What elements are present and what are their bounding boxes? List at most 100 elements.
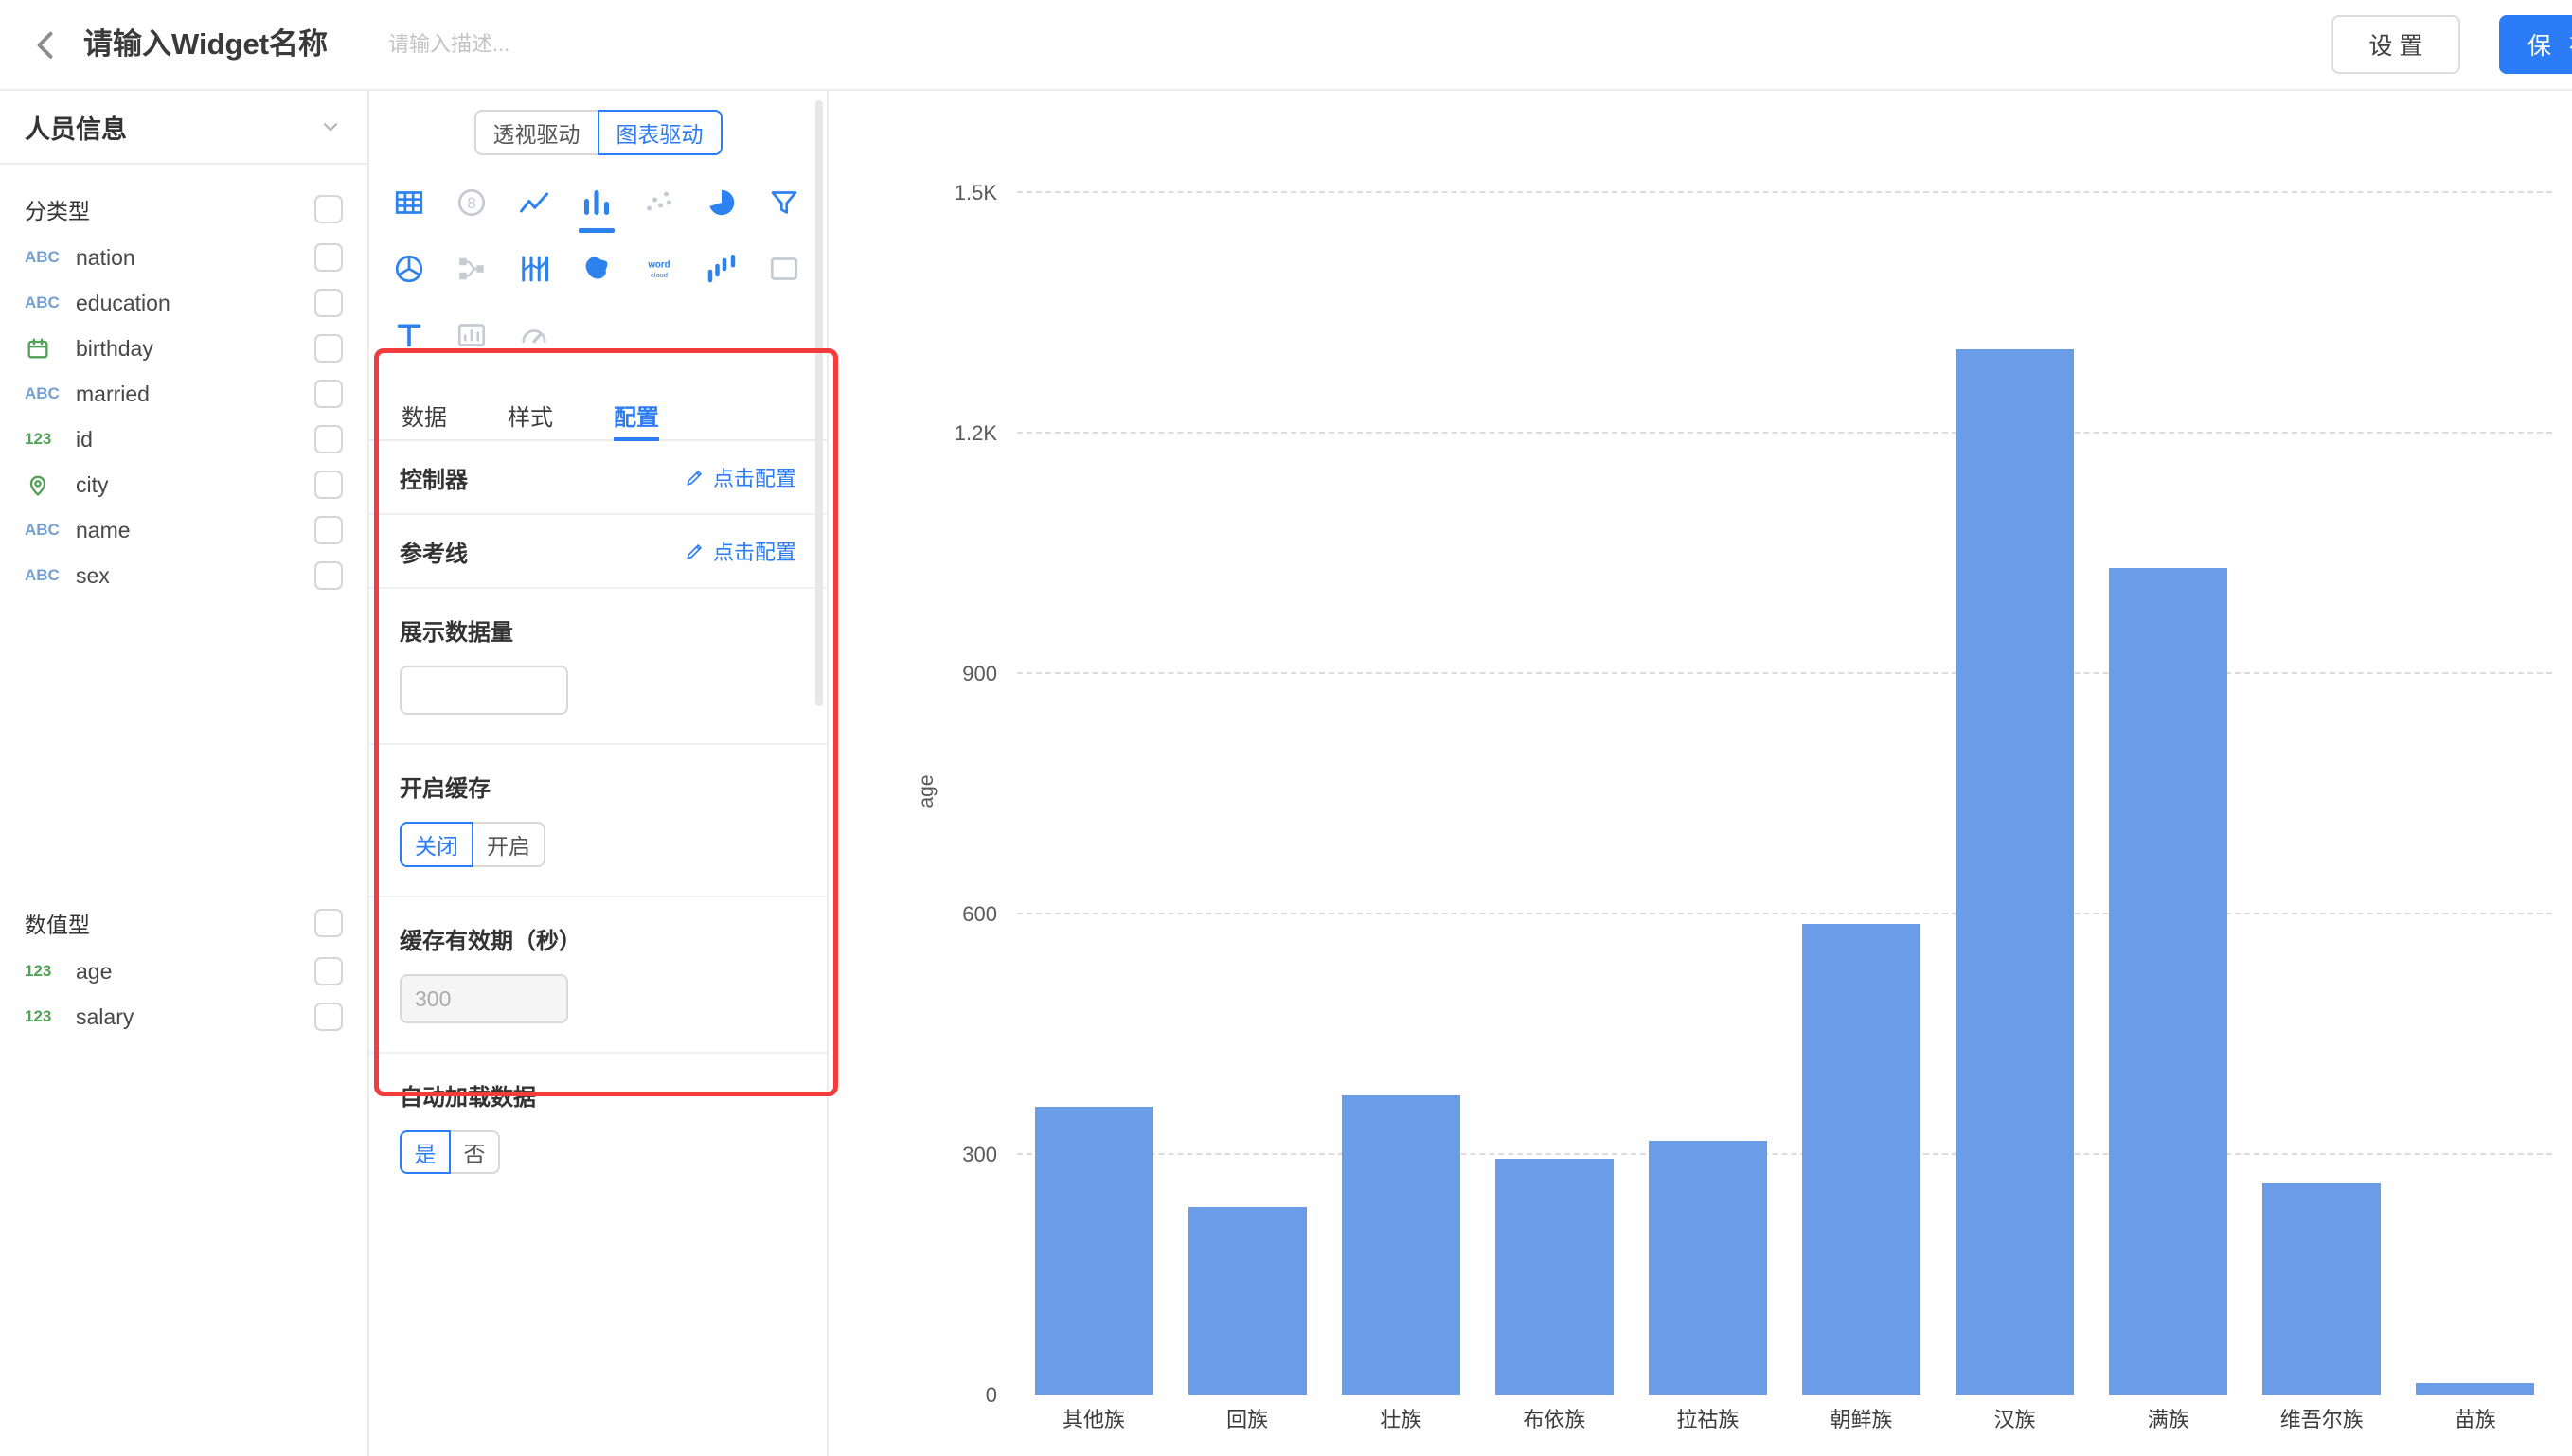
kpi-chart-icon[interactable] [451, 314, 492, 356]
cache-toggle-group: 关闭 开启 [400, 822, 545, 867]
chart-driver-button[interactable]: 图表驱动 [598, 110, 723, 155]
pivot-driver-button[interactable]: 透视驱动 [474, 110, 599, 155]
y-tick-label: 600 [962, 902, 997, 927]
waterfall-chart-icon[interactable] [701, 248, 742, 290]
field-row-birthday[interactable]: birthday [0, 326, 367, 371]
cache-off-button[interactable]: 关闭 [400, 822, 473, 867]
bar-chart-icon[interactable] [576, 182, 617, 223]
text-chart-icon[interactable] [388, 314, 430, 356]
bar-维吾尔族[interactable] [2262, 1183, 2381, 1395]
bar-回族[interactable] [1188, 1207, 1307, 1395]
cache-toggle-section: 开启缓存 关闭 开启 [369, 745, 827, 897]
group-checkbox[interactable] [314, 195, 343, 223]
field-checkbox[interactable] [314, 957, 343, 985]
line-chart-icon[interactable] [513, 182, 555, 223]
tab-config[interactable]: 配置 [614, 390, 659, 439]
field-row-nation[interactable]: ABC nation [0, 235, 367, 280]
cache-on-button[interactable]: 开启 [472, 822, 545, 867]
widget-name-input[interactable] [83, 27, 367, 62]
field-checkbox[interactable] [314, 471, 343, 499]
bar-band [2092, 193, 2245, 1395]
table-chart-icon[interactable] [388, 182, 430, 223]
controller-configure-label: 点击配置 [713, 462, 796, 492]
x-axis-label: 拉祜族 [1631, 1403, 1784, 1433]
bar-band [1324, 193, 1477, 1395]
bar-朝鲜族[interactable] [1802, 924, 1920, 1395]
field-row-name[interactable]: ABC name [0, 507, 367, 553]
display-count-input[interactable] [400, 666, 568, 715]
field-list: 分类型 ABC nation ABC education birthday AB… [0, 165, 367, 1039]
bar-满族[interactable] [2109, 568, 2227, 1395]
field-row-education[interactable]: ABC education [0, 280, 367, 326]
calendar-field-icon [25, 335, 76, 362]
y-tick-label: 1.5K [955, 181, 997, 205]
gauge-chart-icon[interactable] [513, 314, 555, 356]
group-label: 分类型 [25, 193, 90, 225]
parallel-chart-icon[interactable] [513, 248, 555, 290]
china-map-chart-icon[interactable] [576, 248, 617, 290]
field-checkbox[interactable] [314, 1003, 343, 1031]
auto-load-no-button[interactable]: 否 [449, 1130, 500, 1174]
funnel-chart-icon[interactable] [763, 182, 805, 223]
field-row-sex[interactable]: ABC sex [0, 553, 367, 598]
field-name: id [76, 427, 93, 453]
rose-chart-icon[interactable] [388, 248, 430, 290]
settings-button[interactable]: 设 置 [2331, 15, 2460, 74]
word-cloud-chart-icon[interactable]: wordcloud [638, 248, 680, 290]
group-checkbox[interactable] [314, 909, 343, 937]
y-tick-label: 1.2K [955, 421, 997, 446]
x-labels: 其他族回族壮族布依族拉祜族朝鲜族汉族满族维吾尔族苗族 [1017, 1403, 2552, 1433]
y-ticks: 03006009001.2K1.5K [829, 193, 997, 1395]
field-checkbox[interactable] [314, 516, 343, 544]
svg-text:8: 8 [467, 195, 475, 212]
bar-其他族[interactable] [1035, 1107, 1153, 1395]
controller-configure-link[interactable]: 点击配置 [685, 462, 796, 492]
field-checkbox[interactable] [314, 334, 343, 363]
x-axis-label: 朝鲜族 [1784, 1403, 1938, 1433]
sankey-chart-icon[interactable] [451, 248, 492, 290]
bar-band [2245, 193, 2399, 1395]
field-name: name [76, 518, 131, 543]
controller-row: 控制器 点击配置 [369, 441, 827, 515]
field-checkbox[interactable] [314, 561, 343, 590]
field-checkbox[interactable] [314, 425, 343, 453]
field-checkbox[interactable] [314, 289, 343, 317]
tab-style[interactable]: 样式 [508, 390, 553, 439]
reference-line-label: 参考线 [400, 535, 468, 568]
bar-布依族[interactable] [1495, 1159, 1614, 1395]
field-row-id[interactable]: 123 id [0, 417, 367, 462]
number-field-icon: 123 [25, 1007, 76, 1026]
bar-band [1477, 193, 1631, 1395]
chevron-down-icon[interactable] [318, 115, 343, 139]
field-row-age[interactable]: 123 age [0, 949, 367, 994]
bar-汉族[interactable] [1956, 349, 2074, 1395]
dataset-header[interactable]: 人员信息 [0, 91, 367, 165]
save-button[interactable]: 保 存 [2499, 15, 2572, 74]
reference-line-configure-link[interactable]: 点击配置 [685, 536, 796, 566]
field-checkbox[interactable] [314, 243, 343, 272]
group-categorical: 分类型 [0, 184, 367, 235]
field-name: married [76, 382, 150, 407]
field-checkbox[interactable] [314, 380, 343, 408]
pie-chart-icon[interactable] [701, 182, 742, 223]
tab-data[interactable]: 数据 [402, 390, 447, 439]
bar-苗族[interactable] [2416, 1383, 2534, 1395]
scatter-chart-icon[interactable] [638, 182, 680, 223]
display-count-label: 展示数据量 [400, 613, 796, 647]
bar-壮族[interactable] [1342, 1095, 1460, 1396]
bar-拉祜族[interactable] [1649, 1141, 1767, 1395]
x-axis-label: 满族 [2092, 1403, 2245, 1433]
string-field-icon: ABC [25, 293, 76, 312]
iframe-chart-icon[interactable] [763, 248, 805, 290]
field-row-city[interactable]: city [0, 462, 367, 507]
cache-ttl-input[interactable] [400, 974, 568, 1023]
field-row-married[interactable]: ABC married [0, 371, 367, 417]
group-numeric: 数值型 [0, 897, 367, 949]
auto-load-label: 自动加载数据 [400, 1078, 796, 1111]
panel-scrollbar-thumb[interactable] [815, 100, 823, 706]
circle-metric-chart-icon[interactable]: 8 [451, 182, 492, 223]
auto-load-yes-button[interactable]: 是 [400, 1130, 451, 1174]
widget-description-input[interactable] [388, 32, 672, 57]
field-row-salary[interactable]: 123 salary [0, 994, 367, 1039]
back-button[interactable] [25, 23, 68, 66]
